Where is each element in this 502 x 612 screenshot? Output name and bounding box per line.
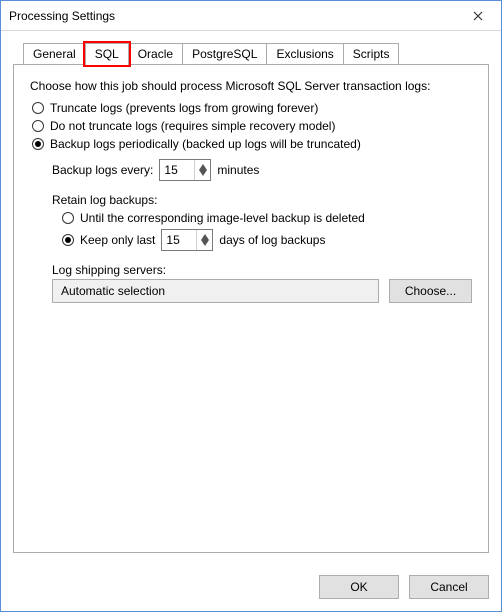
option-backup-periodically[interactable]: Backup logs periodically (backed up logs…	[32, 137, 472, 151]
tab-scripts[interactable]: Scripts	[343, 43, 400, 64]
retain-keep-only-label: Keep only last	[80, 233, 155, 247]
retain-label: Retain log backups:	[52, 193, 472, 207]
tab-postgresql[interactable]: PostgreSQL	[182, 43, 267, 64]
option-backup-label: Backup logs periodically (backed up logs…	[50, 137, 361, 151]
radio-icon	[32, 102, 44, 114]
tab-panel-sql: Choose how this job should process Micro…	[13, 64, 489, 553]
cancel-button[interactable]: Cancel	[409, 575, 489, 599]
tab-container: General SQL Oracle PostgreSQL Exclusions…	[13, 43, 489, 553]
tab-exclusions[interactable]: Exclusions	[266, 43, 343, 64]
close-icon	[473, 11, 483, 21]
spinner[interactable]	[196, 230, 212, 250]
radio-icon	[32, 120, 44, 132]
backup-every-unit: minutes	[217, 163, 259, 177]
choose-button[interactable]: Choose...	[389, 279, 472, 303]
retain-until-deleted-label: Until the corresponding image-level back…	[80, 211, 365, 225]
radio-icon	[62, 234, 74, 246]
backup-interval-row: Backup logs every: 15 minutes	[52, 159, 472, 181]
tab-general[interactable]: General	[23, 43, 86, 64]
option-no-truncate-label: Do not truncate logs (requires simple re…	[50, 119, 335, 133]
retain-days-input[interactable]: 15	[161, 229, 213, 251]
log-shipping-label: Log shipping servers:	[52, 263, 472, 277]
option-truncate[interactable]: Truncate logs (prevents logs from growin…	[32, 101, 472, 115]
window-title: Processing Settings	[9, 9, 115, 23]
tab-oracle[interactable]: Oracle	[128, 43, 183, 64]
backup-every-label: Backup logs every:	[52, 163, 153, 177]
retain-until-deleted[interactable]: Until the corresponding image-level back…	[62, 211, 472, 225]
backup-every-value: 15	[160, 163, 194, 177]
spinner[interactable]	[194, 160, 210, 180]
retain-keep-only[interactable]: Keep only last 15 days of log backups	[62, 229, 472, 251]
dialog-footer: OK Cancel	[1, 565, 501, 611]
log-shipping-value: Automatic selection	[61, 284, 165, 298]
log-shipping-row: Automatic selection Choose...	[52, 279, 472, 303]
ok-button[interactable]: OK	[319, 575, 399, 599]
option-truncate-label: Truncate logs (prevents logs from growin…	[50, 101, 318, 115]
dialog-window: Processing Settings General SQL Oracle P…	[0, 0, 502, 612]
radio-icon	[32, 138, 44, 150]
tab-sql[interactable]: SQL	[85, 43, 129, 65]
chevron-down-icon	[201, 240, 209, 246]
backup-every-input[interactable]: 15	[159, 159, 211, 181]
log-shipping-value-box: Automatic selection	[52, 279, 379, 303]
titlebar: Processing Settings	[1, 1, 501, 31]
tab-strip: General SQL Oracle PostgreSQL Exclusions…	[13, 43, 489, 64]
backup-options-group: Backup logs every: 15 minutes Retain log…	[52, 159, 472, 303]
close-button[interactable]	[457, 2, 499, 30]
dialog-body: General SQL Oracle PostgreSQL Exclusions…	[1, 31, 501, 565]
retain-options: Until the corresponding image-level back…	[60, 211, 472, 251]
instructions-text: Choose how this job should process Micro…	[30, 79, 472, 93]
option-no-truncate[interactable]: Do not truncate logs (requires simple re…	[32, 119, 472, 133]
radio-icon	[62, 212, 74, 224]
chevron-down-icon	[199, 170, 207, 176]
retain-days-value: 15	[162, 233, 196, 247]
retain-keep-only-unit: days of log backups	[219, 233, 325, 247]
